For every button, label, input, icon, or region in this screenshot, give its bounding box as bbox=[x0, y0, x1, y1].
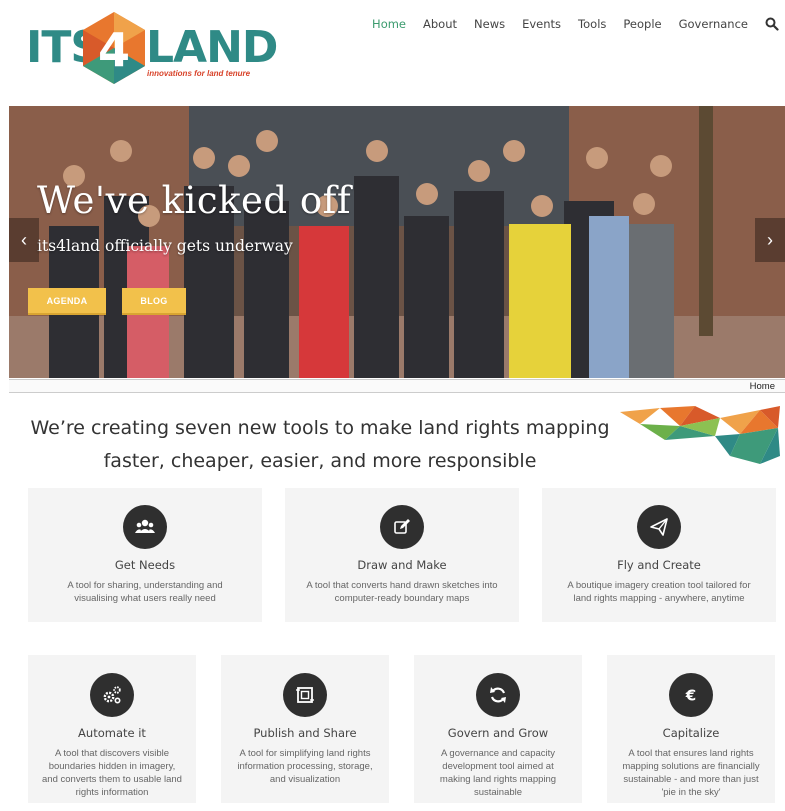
svg-text:€: € bbox=[685, 687, 696, 705]
nav-item-events[interactable]: Events bbox=[522, 17, 561, 31]
search-icon[interactable] bbox=[765, 17, 779, 31]
tool-card-get-needs[interactable]: Get Needs A tool for sharing, understand… bbox=[28, 488, 262, 622]
breadcrumb-bar: Home bbox=[9, 379, 785, 393]
slider-prev-button[interactable]: ‹ bbox=[9, 218, 39, 262]
paper-plane-icon bbox=[637, 505, 681, 549]
slider-next-button[interactable]: › bbox=[755, 218, 785, 262]
frame-icon bbox=[283, 673, 327, 717]
nav-item-news[interactable]: News bbox=[474, 17, 505, 31]
hero-slider: We've kicked off its4land officially get… bbox=[9, 106, 785, 378]
nav-item-about[interactable]: About bbox=[423, 17, 457, 31]
nav-item-governance[interactable]: Governance bbox=[679, 17, 748, 31]
tool-title: Publish and Share bbox=[253, 726, 357, 740]
tool-title: Automate it bbox=[78, 726, 146, 740]
blog-button[interactable]: BLOG bbox=[122, 288, 186, 315]
tool-title: Govern and Grow bbox=[447, 726, 549, 740]
tool-title: Fly and Create bbox=[617, 558, 701, 572]
tool-description: A governance and capacity development to… bbox=[439, 748, 557, 798]
tool-card-govern-and-grow[interactable]: Govern and Grow A governance and capacit… bbox=[414, 655, 582, 803]
tool-card-fly-and-create[interactable]: Fly and Create A boutique imagery creati… bbox=[542, 488, 776, 622]
polygon-map-art bbox=[620, 406, 780, 464]
hero-subtitle: its4land officially gets underway bbox=[37, 237, 293, 255]
tool-title: Draw and Make bbox=[357, 558, 447, 572]
site-logo[interactable]: ITS 4 LAND innovations for land tenure bbox=[26, 12, 278, 84]
logo-tagline: innovations for land tenure bbox=[147, 69, 251, 78]
intro-statement: We’re creating seven new tools to make l… bbox=[20, 412, 620, 478]
site-header: ITS 4 LAND innovations for land tenure H… bbox=[0, 0, 785, 100]
tool-card-draw-and-make[interactable]: Draw and Make A tool that converts hand … bbox=[285, 488, 519, 622]
euro-icon: € bbox=[669, 673, 713, 717]
tool-card-capitalize[interactable]: € Capitalize A tool that ensures land ri… bbox=[607, 655, 775, 803]
edit-icon bbox=[380, 505, 424, 549]
main-nav: Home About News Events Tools People Gove… bbox=[355, 16, 785, 32]
tool-description: A boutique imagery creation tool tailore… bbox=[567, 580, 751, 604]
tool-description: A tool for simplifying land rights infor… bbox=[237, 748, 373, 785]
logo-hexagon-icon: 4 bbox=[83, 12, 145, 84]
tool-card-publish-and-share[interactable]: Publish and Share A tool for simplifying… bbox=[221, 655, 389, 803]
nav-item-tools[interactable]: Tools bbox=[578, 17, 606, 31]
users-icon bbox=[123, 505, 167, 549]
intro-line-1: We’re creating seven new tools to make l… bbox=[30, 417, 610, 439]
nav-item-people[interactable]: People bbox=[623, 17, 661, 31]
chevron-right-icon: › bbox=[767, 230, 773, 250]
tool-description: A tool that discovers visible boundaries… bbox=[42, 748, 182, 798]
chevron-left-icon: ‹ bbox=[21, 230, 27, 250]
refresh-icon bbox=[476, 673, 520, 717]
tool-description: A tool for sharing, understanding and vi… bbox=[67, 580, 223, 604]
cogs-icon bbox=[90, 673, 134, 717]
breadcrumb[interactable]: Home bbox=[750, 380, 775, 393]
tool-title: Get Needs bbox=[114, 558, 176, 572]
hero-title: We've kicked off bbox=[37, 179, 352, 222]
tool-description: A tool that converts hand drawn sketches… bbox=[306, 580, 498, 604]
nav-item-home[interactable]: Home bbox=[372, 17, 406, 31]
tool-title: Capitalize bbox=[662, 726, 720, 740]
logo-number: 4 bbox=[98, 23, 130, 77]
tool-description: A tool that ensures land rights mapping … bbox=[622, 748, 760, 798]
tool-card-automate-it[interactable]: Automate it A tool that discovers visibl… bbox=[28, 655, 196, 803]
intro-line-2: faster, cheaper, easier, and more respon… bbox=[103, 450, 537, 472]
logo-land-text: LAND bbox=[146, 22, 278, 73]
agenda-button[interactable]: AGENDA bbox=[28, 288, 106, 315]
